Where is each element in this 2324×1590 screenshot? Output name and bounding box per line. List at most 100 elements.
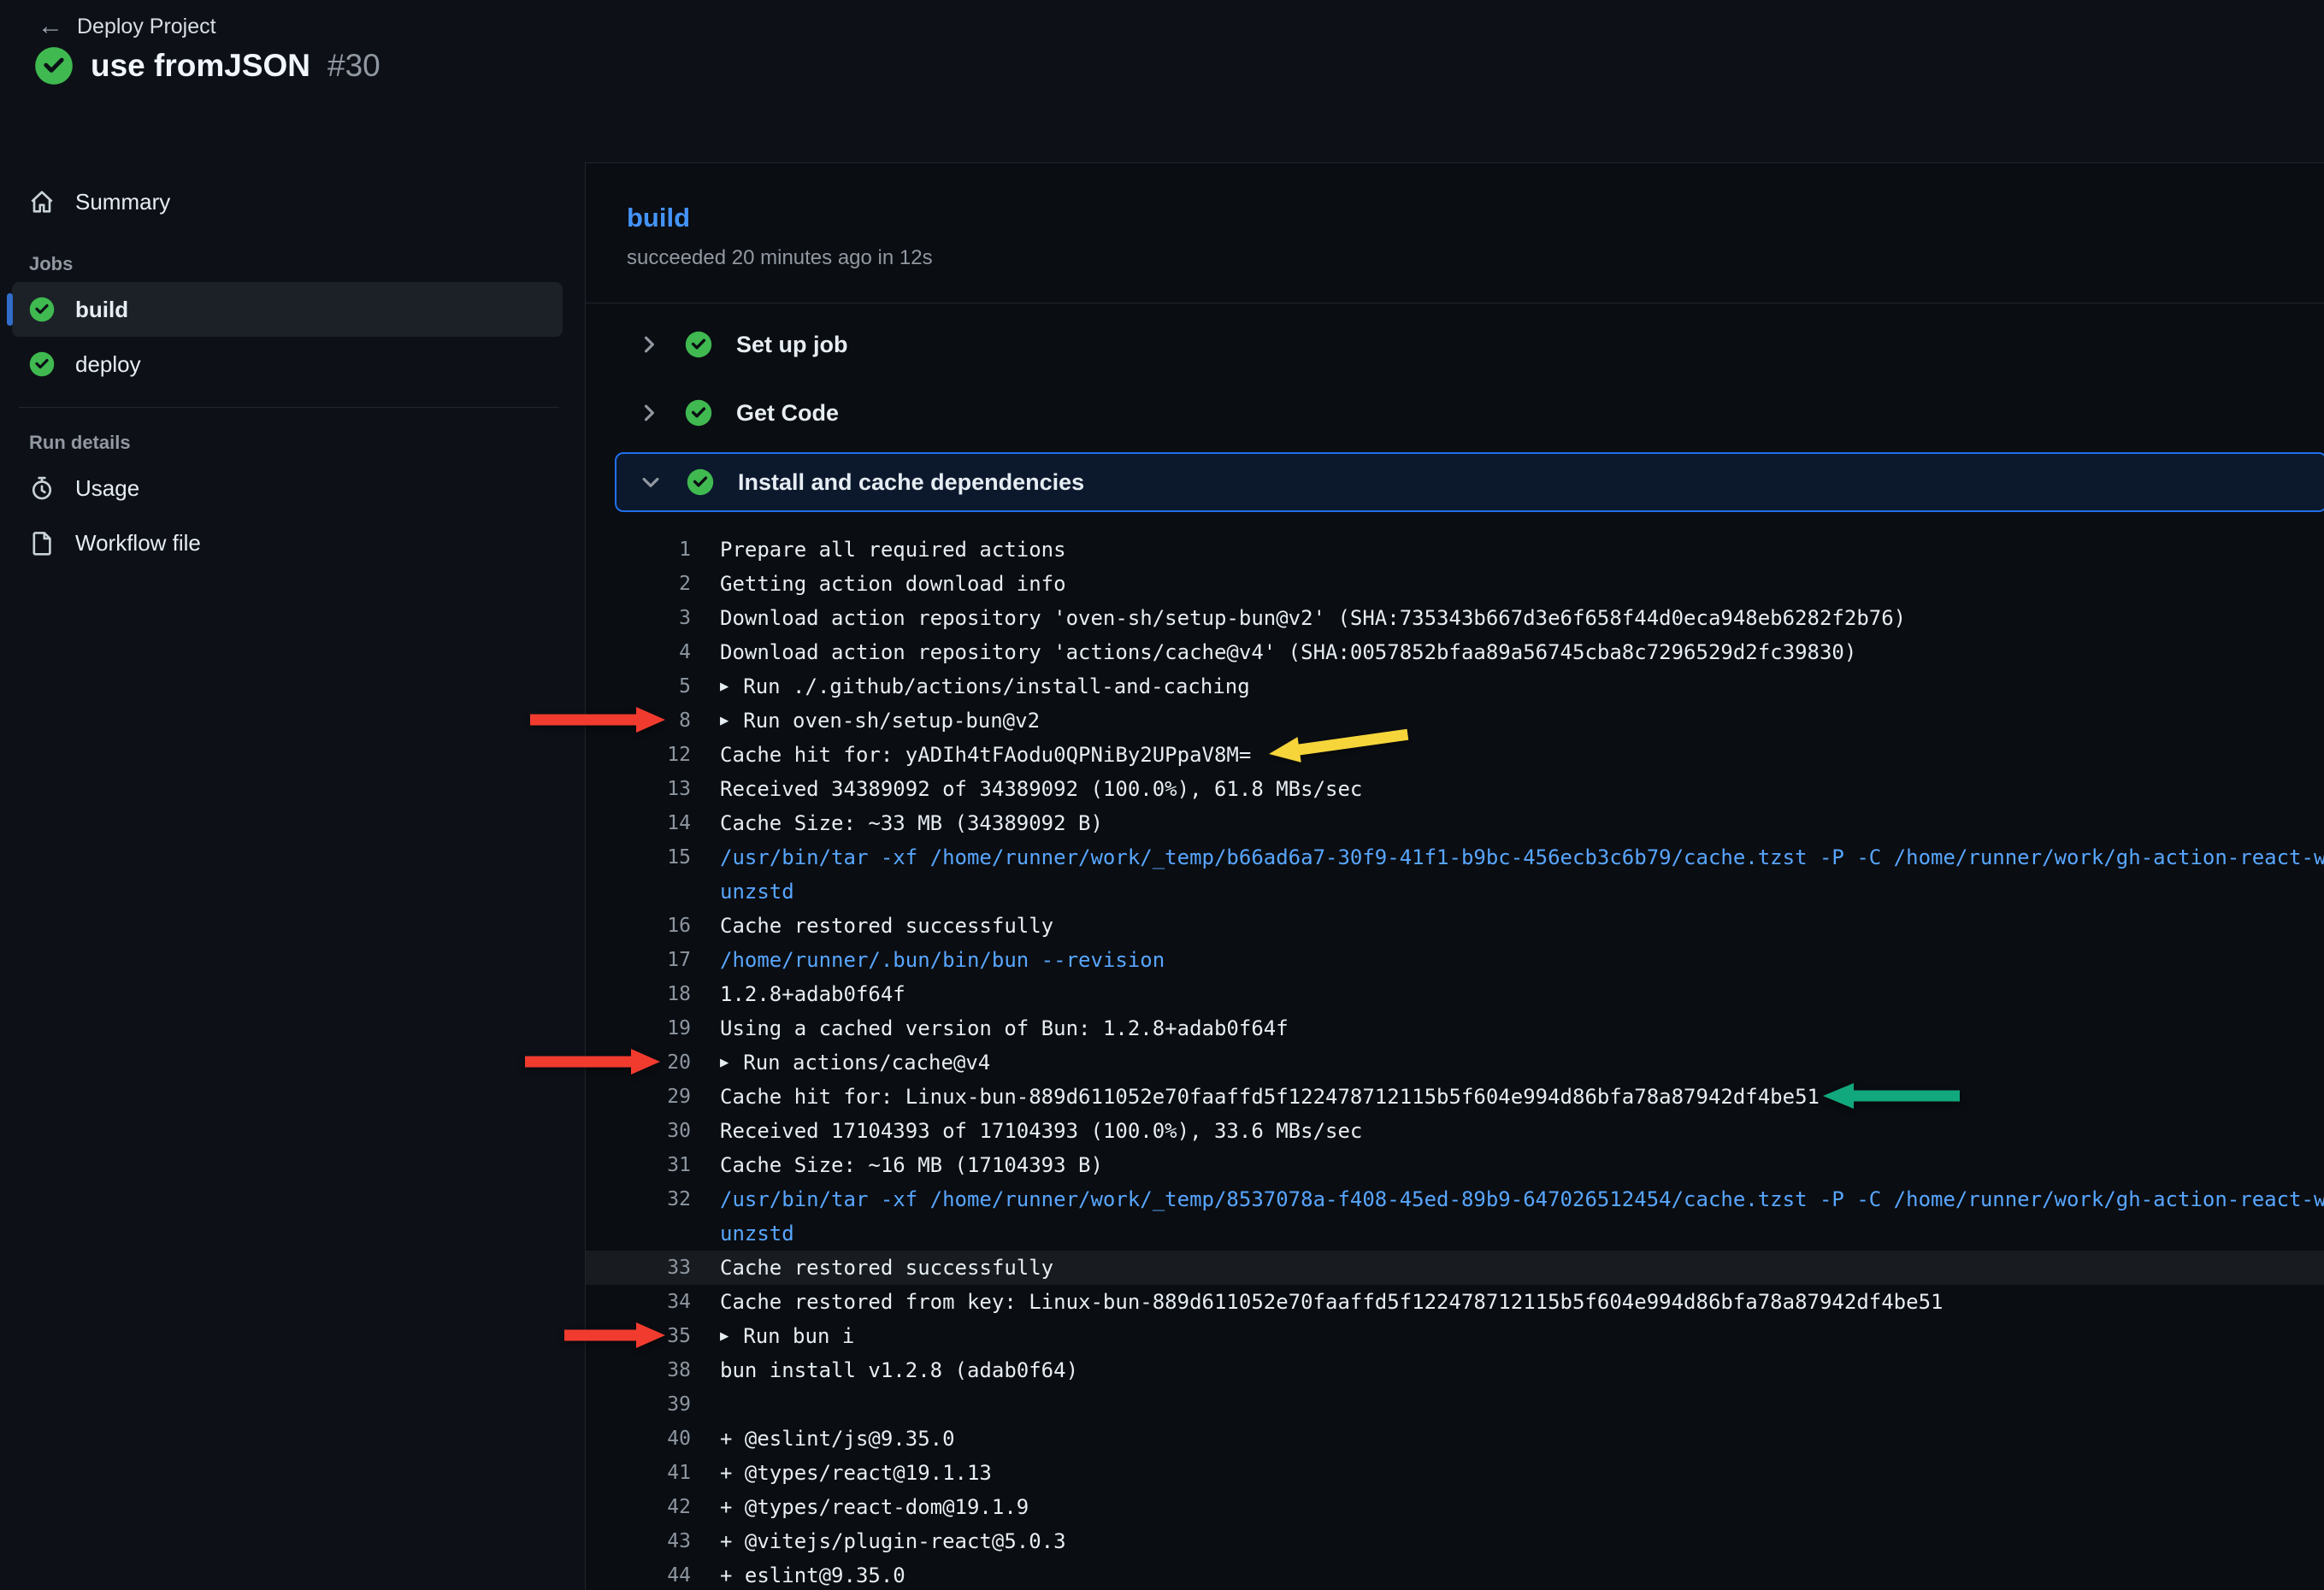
log-line-text: Cache Size: ~33 MB (34389092 B)	[720, 806, 2324, 840]
log-line-text: /home/runner/.bun/bin/bun --revision	[720, 943, 2324, 977]
log-line-number[interactable]: 3	[586, 601, 691, 635]
job-name-link[interactable]: build	[627, 203, 690, 233]
log-line: 31 Cache Size: ~16 MB (17104393 B)	[586, 1148, 2324, 1182]
home-icon	[29, 189, 55, 215]
log-line-number[interactable]: 43	[586, 1524, 691, 1558]
log-line-number[interactable]: 29	[586, 1080, 691, 1114]
step-row[interactable]: Get Code	[586, 379, 2324, 447]
log-line: 13 Received 34389092 of 34389092 (100.0%…	[586, 772, 2324, 806]
sidebar-job-deploy[interactable]: deploy	[12, 337, 563, 392]
steps-list: Set up job Get Code Install and cache de…	[586, 303, 2324, 512]
chevron-icon[interactable]	[637, 401, 661, 425]
log-line: 32 /usr/bin/tar -xf /home/runner/work/_t…	[586, 1182, 2324, 1251]
sidebar-item-summary[interactable]: Summary	[12, 174, 563, 229]
log-line: 12 Cache hit for: yADIh4tFAodu0QPNiBy2UP…	[586, 738, 2324, 772]
log-line-text: Received 34389092 of 34389092 (100.0%), …	[720, 772, 2324, 806]
log-line-number[interactable]: 18	[586, 977, 691, 1011]
chevron-icon[interactable]	[639, 470, 663, 494]
log-line-number[interactable]: 42	[586, 1490, 691, 1524]
log-line-number[interactable]: 34	[586, 1285, 691, 1319]
log-line-number[interactable]: 1	[586, 533, 691, 567]
log-line-number[interactable]: 8	[586, 704, 691, 738]
log-line: 19 Using a cached version of Bun: 1.2.8+…	[586, 1011, 2324, 1045]
sidebar-summary-label: Summary	[75, 189, 170, 215]
log-line-number[interactable]: 5	[586, 669, 691, 704]
group-expand-marker-icon[interactable]: ▶	[720, 704, 728, 738]
run-number: #30	[327, 48, 380, 84]
log-line: 34 Cache restored from key: Linux-bun-88…	[586, 1285, 2324, 1319]
step-row[interactable]: Install and cache dependencies	[615, 452, 2324, 512]
group-expand-marker-icon[interactable]: ▶	[720, 1045, 728, 1080]
breadcrumb[interactable]: ← Deploy Project	[38, 14, 216, 39]
log-line: 33 Cache restored successfully	[586, 1251, 2324, 1285]
log-line: 39	[586, 1387, 2324, 1422]
log-line-number[interactable]: 4	[586, 635, 691, 669]
log-line-text: Download action repository 'oven-sh/setu…	[720, 601, 2324, 635]
sidebar-usage-label: Usage	[75, 475, 139, 502]
sidebar-item-workflow-file[interactable]: Workflow file	[12, 515, 563, 570]
log-line: 15 /usr/bin/tar -xf /home/runner/work/_t…	[586, 840, 2324, 909]
log-line: 1 Prepare all required actions	[586, 533, 2324, 567]
log-line: 43 + @vitejs/plugin-react@5.0.3	[586, 1524, 2324, 1558]
log-line-number[interactable]: 40	[586, 1422, 691, 1456]
step-row[interactable]: Set up job	[586, 310, 2324, 379]
log-line-text: + eslint@9.35.0	[720, 1558, 2324, 1590]
log-line: 4 Download action repository 'actions/ca…	[586, 635, 2324, 669]
stopwatch-icon	[29, 475, 55, 501]
log-line: 35 ▶Run bun i	[586, 1319, 2324, 1353]
log-line-text: /usr/bin/tar -xf /home/runner/work/_temp…	[720, 1182, 2324, 1216]
log-line-number[interactable]: 41	[586, 1456, 691, 1490]
log-lines: 1 Prepare all required actions 2 Getting…	[586, 512, 2324, 1590]
log-line-text: ▶Run bun i	[720, 1319, 2324, 1353]
log-line-number[interactable]: 39	[586, 1387, 691, 1422]
log-line-number[interactable]: 17	[586, 943, 691, 977]
log-line-number[interactable]: 30	[586, 1114, 691, 1148]
log-line-text: /usr/bin/tar -xf /home/runner/work/_temp…	[720, 840, 2324, 874]
log-line-text: + @eslint/js@9.35.0	[720, 1422, 2324, 1456]
sidebar-job-build[interactable]: build	[12, 282, 563, 337]
log-line-number[interactable]: 44	[586, 1558, 691, 1590]
log-line-number[interactable]: 33	[586, 1251, 691, 1285]
log-line-number[interactable]: 20	[586, 1045, 691, 1080]
sidebar-item-usage[interactable]: Usage	[12, 461, 563, 515]
log-line: 29 Cache hit for: Linux-bun-889d611052e7…	[586, 1080, 2324, 1114]
log-line-number[interactable]: 2	[586, 567, 691, 601]
log-line-number[interactable]: 13	[586, 772, 691, 806]
log-line-number[interactable]: 15	[586, 840, 691, 874]
back-arrow-icon[interactable]: ←	[38, 14, 63, 39]
log-line-text: Cache restored from key: Linux-bun-889d6…	[720, 1285, 2324, 1319]
job-success-icon	[29, 351, 55, 377]
step-label: Get Code	[736, 400, 839, 427]
chevron-icon[interactable]	[637, 333, 661, 356]
log-line-text: Cache hit for: Linux-bun-889d611052e70fa…	[720, 1080, 2324, 1114]
log-line-text: Cache restored successfully	[720, 1251, 2324, 1285]
log-line-number[interactable]: 14	[586, 806, 691, 840]
log-line: 8 ▶Run oven-sh/setup-bun@v2	[586, 704, 2324, 738]
group-expand-marker-icon[interactable]: ▶	[720, 1319, 728, 1353]
log-line-text: ▶Run oven-sh/setup-bun@v2	[720, 704, 2324, 738]
job-header: build succeeded 20 minutes ago in 12s	[586, 163, 2324, 303]
log-line: 17 /home/runner/.bun/bin/bun --revision	[586, 943, 2324, 977]
log-line-text: bun install v1.2.8 (adab0f64)	[720, 1353, 2324, 1387]
log-line: 18 1.2.8+adab0f64f	[586, 977, 2324, 1011]
log-line: 40 + @eslint/js@9.35.0	[586, 1422, 2324, 1456]
jobs-section-label: Jobs	[29, 253, 563, 275]
log-line: 14 Cache Size: ~33 MB (34389092 B)	[586, 806, 2324, 840]
sidebar: Summary Jobs build deploy Run details Us…	[0, 162, 585, 1590]
log-line-text: ▶Run ./.github/actions/install-and-cachi…	[720, 669, 2324, 704]
log-line-number[interactable]: 12	[586, 738, 691, 772]
log-line-text: Cache restored successfully	[720, 909, 2324, 943]
log-line-text: ▶Run actions/cache@v4	[720, 1045, 2324, 1080]
log-line: 44 + eslint@9.35.0	[586, 1558, 2324, 1590]
log-line-text: + @vitejs/plugin-react@5.0.3	[720, 1524, 2324, 1558]
log-line-number[interactable]: 31	[586, 1148, 691, 1182]
group-expand-marker-icon[interactable]: ▶	[720, 669, 728, 704]
log-line-number[interactable]: 16	[586, 909, 691, 943]
log-line-number[interactable]: 19	[586, 1011, 691, 1045]
run-success-icon	[34, 46, 74, 85]
log-line-number[interactable]: 38	[586, 1353, 691, 1387]
breadcrumb-label[interactable]: Deploy Project	[77, 15, 216, 39]
log-line-number[interactable]: 32	[586, 1182, 691, 1216]
log-line-number[interactable]: 35	[586, 1319, 691, 1353]
step-success-icon	[685, 399, 712, 427]
